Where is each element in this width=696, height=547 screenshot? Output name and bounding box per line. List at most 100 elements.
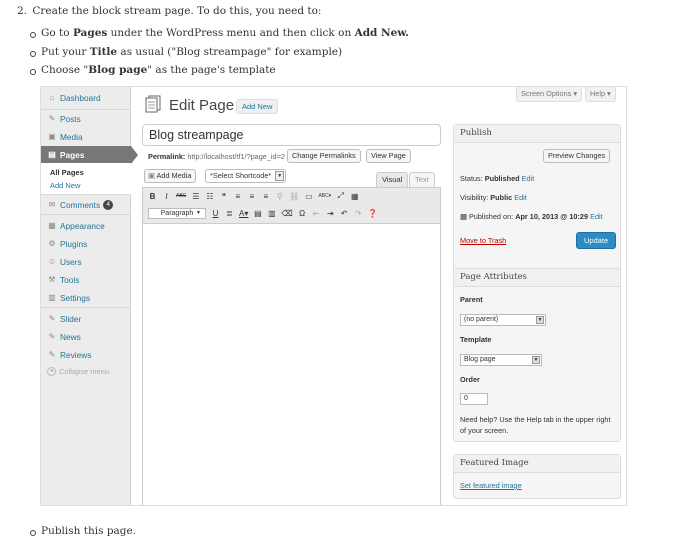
menu-item-reviews[interactable]: ✎ Reviews xyxy=(41,346,131,364)
undo-icon[interactable]: ↶ xyxy=(340,209,349,218)
chevron-down-icon: ▼ xyxy=(196,210,201,216)
blockquote-icon[interactable]: ❝ xyxy=(219,192,228,201)
content-editor[interactable]: B I ABC ☰ ☷ ❝ ≡ ≡ ≡ ⚲ ⛓ ▭ ABC▾ ⤢ ▦ Parag… xyxy=(142,187,441,505)
menu-item-slider[interactable]: ✎ Slider xyxy=(41,310,131,328)
menu-item-posts[interactable]: ✎ Posts xyxy=(41,110,131,128)
page-attributes-title: Page Attributes xyxy=(454,269,620,287)
step-2: 2. Create the block stream page. To do t… xyxy=(17,5,321,17)
menu-item-users[interactable]: ☺ Users xyxy=(41,253,131,271)
menu-item-tools[interactable]: ⚒ Tools xyxy=(41,271,131,289)
add-new-button[interactable]: Add New xyxy=(236,99,279,114)
change-permalinks-button[interactable]: Change Permalinks xyxy=(287,149,361,163)
tab-text[interactable]: Text xyxy=(409,172,435,187)
spellcheck-icon[interactable]: ABC▾ xyxy=(318,193,331,199)
comments-icon: ✉ xyxy=(48,200,56,209)
text-color-icon[interactable]: A▾ xyxy=(239,209,248,218)
link-icon[interactable]: ⚲ xyxy=(275,192,284,201)
list-item: Put your Title as usual ("Blog streampag… xyxy=(30,46,409,65)
wordpress-screenshot: ⌂ Dashboard ✎ Posts ▣ Media ▤ Pages All Page… xyxy=(40,86,627,506)
bullet-list-icon[interactable]: ☰ xyxy=(191,192,200,201)
shortcode-select[interactable]: *Select Shortcode* ▼ xyxy=(205,169,287,183)
menu-item-media[interactable]: ▣ Media xyxy=(41,128,131,146)
plugins-icon: ⚙ xyxy=(48,239,56,248)
settings-icon: ▥ xyxy=(48,293,56,302)
tab-visual[interactable]: Visual xyxy=(376,172,409,187)
pin-icon: ✎ xyxy=(48,350,56,359)
pin-icon: ✎ xyxy=(48,114,56,123)
fullscreen-icon[interactable]: ⤢ xyxy=(336,191,345,201)
editor-toolbar: B I ABC ☰ ☷ ❝ ≡ ≡ ≡ ⚲ ⛓ ▭ ABC▾ ⤢ ▦ Parag… xyxy=(143,188,440,224)
paste-text-icon[interactable]: ▤ xyxy=(253,209,262,218)
strikethrough-icon[interactable]: ABC xyxy=(176,193,186,199)
list-item: Choose "Blog page" as the page's templat… xyxy=(30,64,409,83)
step-number: 2. xyxy=(17,5,28,17)
template-label: Template xyxy=(460,335,492,344)
final-list: Publish this page. xyxy=(30,525,136,537)
help-tab[interactable]: Help ▾ xyxy=(585,87,616,102)
justify-icon[interactable]: ≣ xyxy=(225,209,234,218)
menu-item-appearance[interactable]: ▦ Appearance xyxy=(41,217,131,235)
menu-item-news[interactable]: ✎ News xyxy=(41,328,131,346)
order-input[interactable]: 0 xyxy=(460,393,488,405)
set-featured-image-link[interactable]: Set featured image xyxy=(460,481,522,490)
parent-select[interactable]: (no parent) ▼ xyxy=(460,314,546,326)
toolbar-row-2: Paragraph ▼ U ≣ A▾ ▤ ▥ ⌫ Ω ⇤ ⇥ ↶ ↷ ❓ xyxy=(148,208,378,219)
chevron-down-icon: ▼ xyxy=(532,356,540,364)
menu-item-plugins[interactable]: ⚙ Plugins xyxy=(41,235,131,253)
pages-icon xyxy=(145,95,161,113)
special-char-icon[interactable]: Ω xyxy=(298,209,307,218)
redo-icon[interactable]: ↷ xyxy=(354,209,363,218)
template-select[interactable]: Blog page ▼ xyxy=(460,354,542,366)
users-icon: ☺ xyxy=(47,257,57,266)
view-page-button[interactable]: View Page xyxy=(366,149,411,163)
indent-icon[interactable]: ⇥ xyxy=(326,209,335,218)
screen-options-tab[interactable]: Screen Options ▾ xyxy=(516,87,582,102)
underline-icon[interactable]: U xyxy=(211,209,220,218)
menu-item-comments[interactable]: ✉ Comments 4 xyxy=(41,196,131,214)
update-button[interactable]: Update xyxy=(576,232,617,249)
numbered-list-icon[interactable]: ☷ xyxy=(205,192,214,201)
list-item: Publish this page. xyxy=(30,525,136,537)
edit-date-link[interactable]: Edit xyxy=(590,212,603,221)
calendar-icon: ▦ xyxy=(460,212,467,221)
page-title: Edit Page xyxy=(169,97,235,114)
pages-submenu: All Pages Add New xyxy=(41,163,131,195)
help-icon[interactable]: ❓ xyxy=(368,209,378,218)
align-right-icon[interactable]: ≡ xyxy=(261,192,270,201)
dashboard-icon: ⌂ xyxy=(49,93,55,102)
edit-visibility-link[interactable]: Edit xyxy=(514,193,527,202)
pin-icon: ✎ xyxy=(48,332,56,341)
italic-icon[interactable]: I xyxy=(162,192,171,201)
add-media-button[interactable]: ▣ Add Media xyxy=(144,169,197,183)
clear-format-icon[interactable]: ⌫ xyxy=(281,209,292,218)
featured-image-box: Featured Image Set featured image xyxy=(453,454,621,499)
paste-word-icon[interactable]: ▥ xyxy=(267,209,276,218)
menu-item-dashboard[interactable]: ⌂ Dashboard xyxy=(41,89,131,107)
align-left-icon[interactable]: ≡ xyxy=(233,192,242,201)
menu-separator xyxy=(41,307,131,308)
menu-separator xyxy=(41,214,131,215)
edit-status-link[interactable]: Edit xyxy=(522,174,535,183)
submenu-all-pages[interactable]: All Pages xyxy=(41,166,131,179)
preview-changes-button[interactable]: Preview Changes xyxy=(543,149,611,163)
move-to-trash-link[interactable]: Move to Trash xyxy=(460,236,506,245)
submenu-add-new[interactable]: Add New xyxy=(41,179,131,192)
media-icon: ▣ xyxy=(148,171,157,180)
permalink-url: http://localhost/tf1/?page_id=2 xyxy=(187,152,285,161)
collapse-arrow-icon: ◂ xyxy=(47,367,56,376)
unlink-icon[interactable]: ⛓ xyxy=(289,192,299,201)
list-item: Go to Pages under the WordPress menu and… xyxy=(30,27,409,46)
format-select[interactable]: Paragraph ▼ xyxy=(148,208,206,219)
help-text: Need help? Use the Help tab in the upper… xyxy=(460,415,611,435)
menu-item-settings[interactable]: ▥ Settings xyxy=(41,289,131,307)
menu-item-pages[interactable]: ▤ Pages xyxy=(41,146,138,164)
more-tag-icon[interactable]: ▭ xyxy=(304,192,313,201)
title-input[interactable]: Blog streampage xyxy=(142,124,441,146)
bold-icon[interactable]: B xyxy=(148,192,157,201)
order-label: Order xyxy=(460,375,480,384)
published-row: ▦ Published on: Apr 10, 2013 @ 10:29 Edi… xyxy=(460,212,603,221)
align-center-icon[interactable]: ≡ xyxy=(247,192,256,201)
collapse-menu[interactable]: ◂ Collapse menu xyxy=(47,367,109,376)
kitchen-sink-icon[interactable]: ▦ xyxy=(350,192,359,201)
outdent-icon[interactable]: ⇤ xyxy=(312,209,321,218)
